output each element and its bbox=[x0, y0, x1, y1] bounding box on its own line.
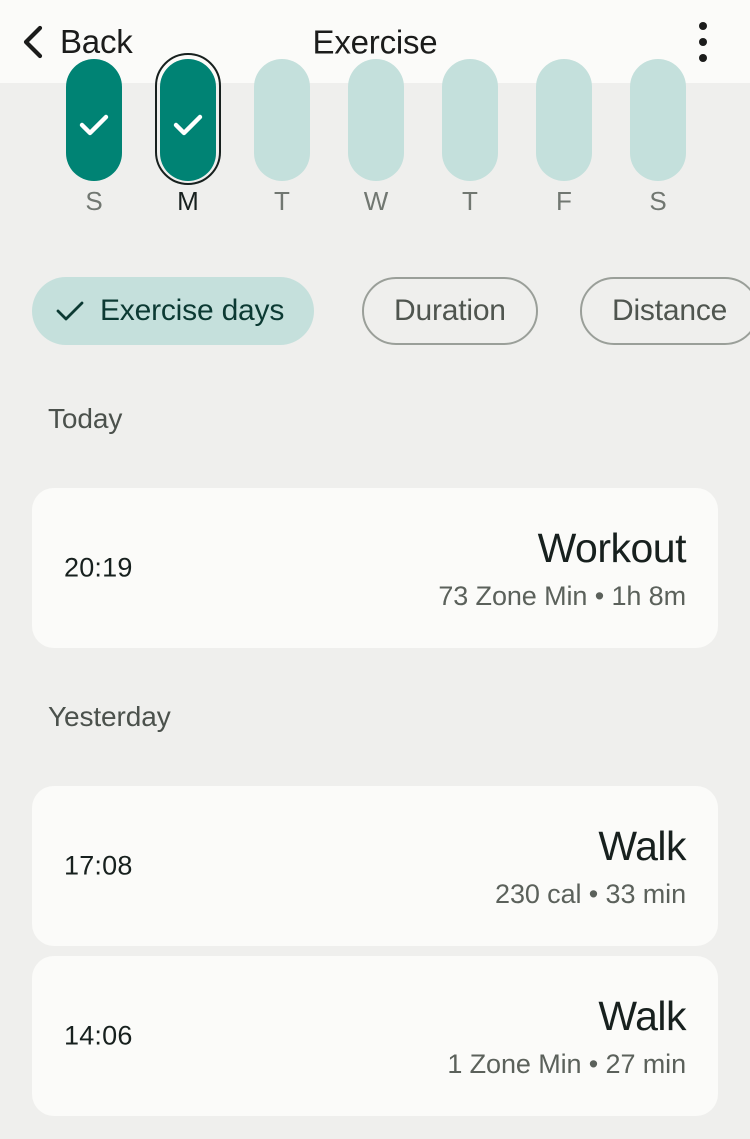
activity-card[interactable]: 17:08 Walk 230 cal • 33 min bbox=[32, 786, 718, 946]
section-header: Yesterday bbox=[48, 701, 171, 732]
chart-bar-empty bbox=[442, 59, 498, 181]
check-icon bbox=[79, 114, 109, 136]
chart-day-label[interactable]: T bbox=[235, 181, 329, 221]
metric-chip-exercise-days[interactable]: Exercise days bbox=[32, 277, 315, 345]
chart-bar-empty bbox=[630, 59, 686, 181]
chart-day-label[interactable]: S bbox=[611, 181, 705, 221]
chart-bar-column[interactable] bbox=[141, 53, 235, 185]
activity-details: Workout 73 Zone Min • 1h 8m bbox=[438, 488, 686, 648]
metric-chip-label: Distance bbox=[612, 294, 728, 327]
activity-details: Walk 230 cal • 33 min bbox=[495, 786, 686, 946]
chart-bar-column[interactable] bbox=[235, 59, 329, 181]
overflow-menu-button[interactable] bbox=[682, 16, 724, 68]
activity-title: Walk bbox=[598, 823, 686, 870]
chevron-left-icon bbox=[23, 25, 43, 58]
chart-bar-column[interactable] bbox=[329, 59, 423, 181]
chart-bar-column[interactable] bbox=[517, 59, 611, 181]
week-exercise-chart: SMTWTFS bbox=[0, 53, 750, 235]
chart-day-label[interactable]: T bbox=[423, 181, 517, 221]
activity-details: Walk 1 Zone Min • 27 min bbox=[447, 956, 686, 1116]
activity-time: 14:06 bbox=[64, 1020, 133, 1051]
chart-bar-column[interactable] bbox=[47, 59, 141, 181]
chart-bar-filled bbox=[160, 59, 216, 181]
chart-bar-empty bbox=[254, 59, 310, 181]
metric-chip-label: Duration bbox=[394, 294, 506, 327]
activity-card[interactable]: 20:19 Workout 73 Zone Min • 1h 8m bbox=[32, 488, 718, 648]
back-button[interactable]: Back bbox=[14, 19, 143, 65]
activity-card[interactable]: 14:06 Walk 1 Zone Min • 27 min bbox=[32, 956, 718, 1116]
chart-day-label[interactable]: M bbox=[141, 181, 235, 221]
activity-time: 20:19 bbox=[64, 552, 133, 583]
chart-day-label[interactable]: W bbox=[329, 181, 423, 221]
more-vertical-icon-dot bbox=[699, 21, 707, 30]
activity-subtitle: 1 Zone Min • 27 min bbox=[447, 1048, 686, 1079]
metric-chip-distance[interactable]: Distance bbox=[580, 277, 750, 345]
chart-day-label[interactable]: F bbox=[517, 181, 611, 221]
chart-bar-column[interactable] bbox=[423, 59, 517, 181]
chart-day-labels: SMTWTFS bbox=[0, 181, 750, 235]
activity-subtitle: 73 Zone Min • 1h 8m bbox=[438, 580, 686, 611]
check-icon bbox=[173, 114, 203, 136]
chart-bars bbox=[0, 53, 750, 185]
chart-bar-column[interactable] bbox=[611, 59, 705, 181]
activity-title: Walk bbox=[598, 993, 686, 1040]
metric-chip-row[interactable]: Exercise days Duration Distance bbox=[0, 277, 750, 345]
more-vertical-icon-dot bbox=[699, 53, 707, 62]
section-header: Today bbox=[48, 403, 123, 434]
check-icon bbox=[56, 301, 84, 321]
more-vertical-icon-dot bbox=[699, 37, 707, 46]
chart-bar-empty bbox=[536, 59, 592, 181]
back-label: Back bbox=[60, 23, 133, 60]
chart-bar-filled bbox=[66, 59, 122, 181]
chart-day-label[interactable]: S bbox=[47, 181, 141, 221]
activity-title: Workout bbox=[537, 525, 687, 572]
metric-chip-duration[interactable]: Duration bbox=[362, 277, 538, 345]
metric-chip-label: Exercise days bbox=[100, 294, 285, 327]
activity-time: 17:08 bbox=[64, 850, 133, 881]
chart-bar-empty bbox=[348, 59, 404, 181]
activity-subtitle: 230 cal • 33 min bbox=[495, 878, 686, 909]
